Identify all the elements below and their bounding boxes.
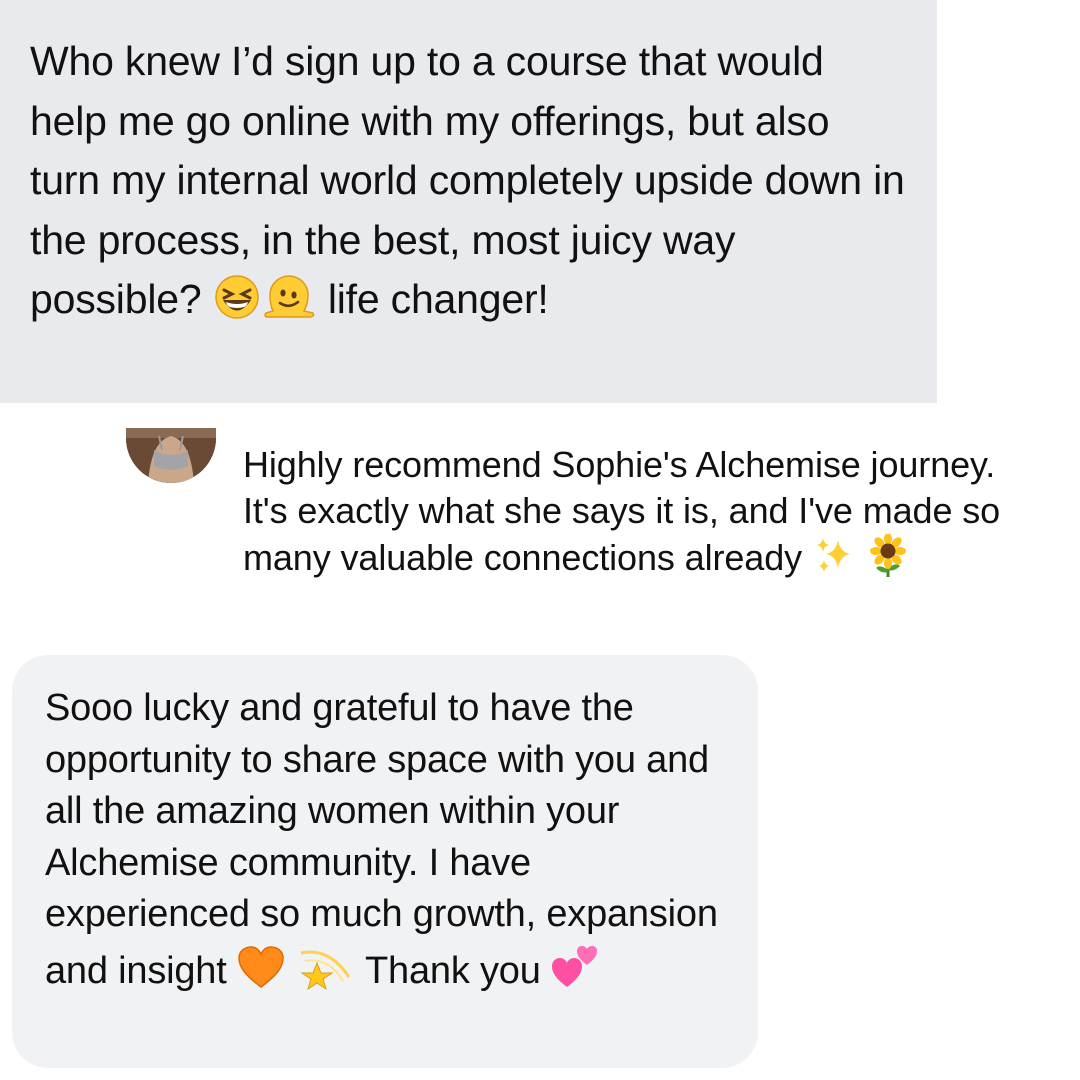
message-bubble-third: Sooo lucky and grateful to have the oppo…	[12, 655, 758, 1068]
message-text: Sooo lucky and grateful to have the oppo…	[45, 683, 724, 997]
sunflower-emoji	[866, 534, 910, 578]
sparkles-emoji	[812, 534, 856, 578]
dizzy-emoji	[295, 943, 355, 991]
message-second: Highly recommend Sophie's Alchemise jour…	[126, 428, 1056, 638]
orange-heart-emoji	[237, 945, 285, 991]
message-text-part: Sooo lucky and grateful to have the oppo…	[45, 687, 718, 992]
avatar[interactable]	[126, 428, 216, 483]
grinning-squinting-face-emoji	[213, 273, 261, 321]
melting-face-emoji	[261, 273, 317, 321]
message-text-part: Thank you	[365, 949, 541, 992]
message-bubble-first: Who knew I’d sign up to a course that wo…	[0, 0, 937, 403]
message-text: Highly recommend Sophie's Alchemise jour…	[243, 442, 1043, 581]
message-text: Who knew I’d sign up to a course that wo…	[30, 32, 907, 330]
two-hearts-emoji	[551, 941, 601, 991]
message-text-part: life changer!	[327, 276, 549, 322]
